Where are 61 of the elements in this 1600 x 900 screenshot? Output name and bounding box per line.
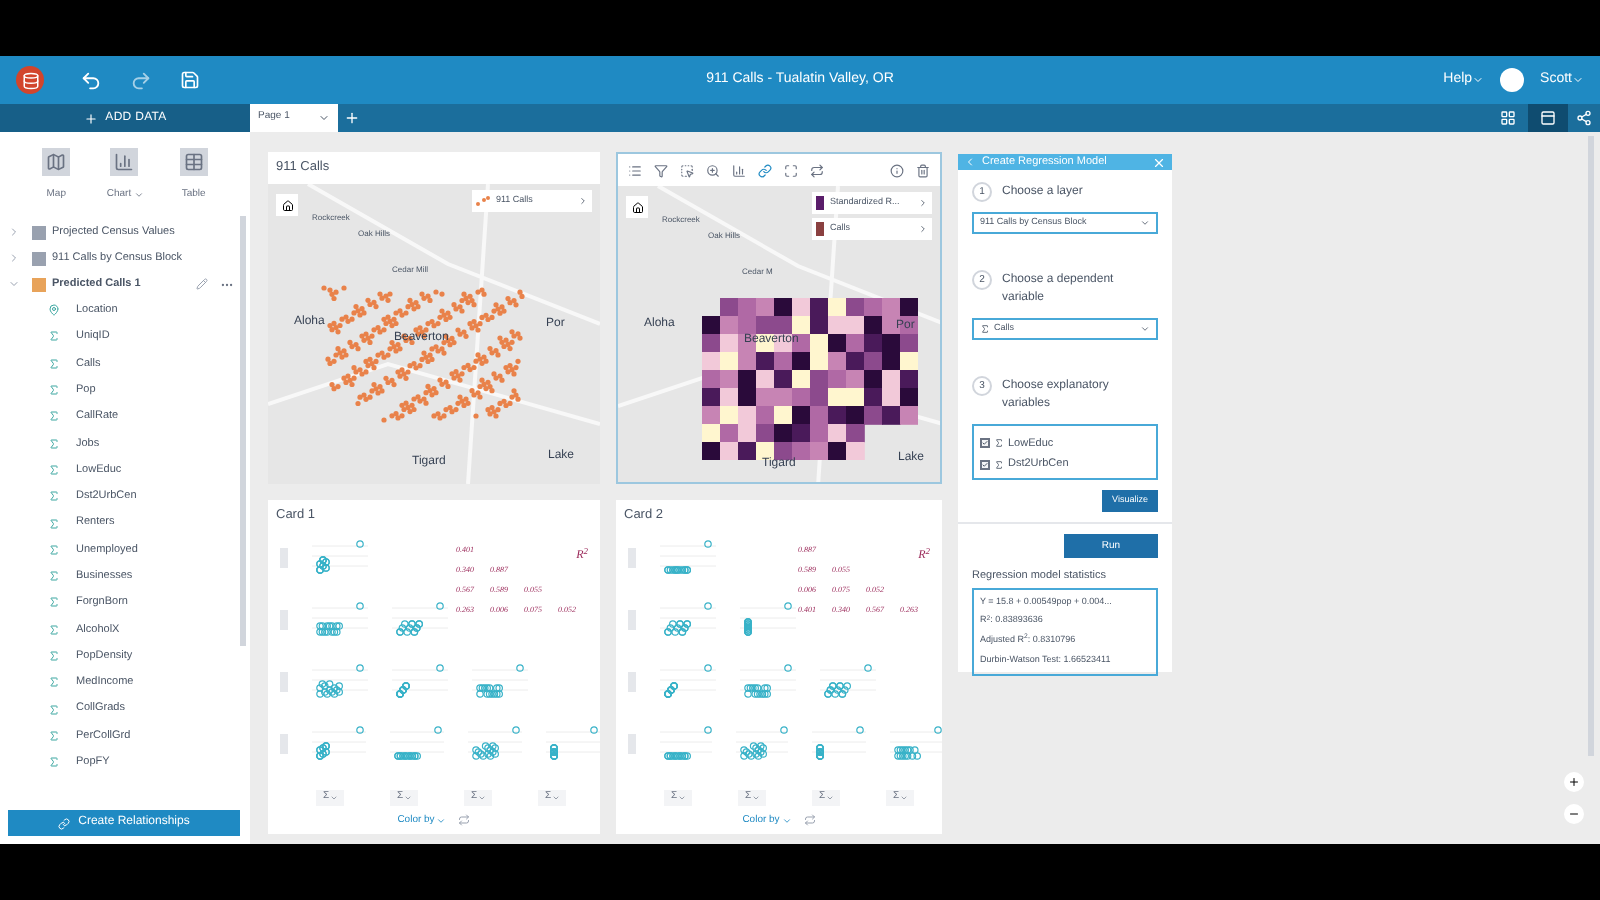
plus-icon — [83, 111, 98, 125]
chevron-right-icon — [918, 224, 928, 234]
app-logo-icon[interactable] — [16, 66, 44, 94]
home-icon — [631, 201, 643, 213]
chevron-right-icon — [578, 196, 588, 206]
sigma-icon — [48, 650, 60, 662]
caret-icon — [781, 815, 792, 826]
link-icon[interactable] — [758, 163, 772, 177]
zoom-out-button[interactable] — [1564, 804, 1584, 824]
card-view-button[interactable] — [1528, 104, 1568, 132]
home-button[interactable] — [276, 194, 298, 216]
undo-icon[interactable] — [80, 69, 102, 91]
sigma-icon — [48, 676, 60, 689]
home-button[interactable] — [626, 196, 648, 218]
location-icon — [48, 304, 60, 317]
minus-icon — [1568, 808, 1580, 820]
swap-icon[interactable] — [810, 163, 824, 177]
home-icon — [281, 199, 293, 211]
info-icon[interactable] — [890, 163, 904, 177]
map-icon — [46, 152, 67, 172]
plus-icon — [1568, 776, 1580, 788]
checkbox[interactable] — [980, 459, 990, 470]
zoom-in-button[interactable] — [1564, 772, 1584, 792]
caret-icon — [436, 815, 447, 826]
caret-icon — [1572, 74, 1584, 86]
list-icon[interactable] — [628, 163, 642, 177]
share-icon[interactable] — [1576, 110, 1592, 126]
table-icon — [183, 152, 204, 172]
sigma-icon — [48, 330, 60, 343]
chart-icon — [114, 152, 135, 172]
redo-icon[interactable] — [130, 69, 152, 91]
scrollbar[interactable] — [240, 216, 246, 646]
panel-icon — [1540, 110, 1556, 126]
sigma-icon — [48, 490, 60, 503]
close-icon[interactable] — [1152, 155, 1166, 170]
edit-icon[interactable] — [196, 278, 208, 290]
filter-icon[interactable] — [654, 163, 668, 177]
sigma-icon — [980, 324, 990, 335]
caret-icon — [1140, 218, 1150, 229]
chevron-right-icon — [918, 198, 928, 208]
zoom-icon[interactable] — [706, 163, 720, 177]
swap-icon[interactable] — [803, 814, 816, 827]
sigma-icon — [48, 623, 60, 636]
select-icon[interactable] — [680, 163, 694, 177]
grid-view-icon[interactable] — [1500, 110, 1516, 126]
expand-icon[interactable] — [784, 163, 798, 177]
caret-icon — [318, 112, 330, 124]
link-icon — [58, 817, 71, 829]
save-icon[interactable] — [180, 70, 200, 90]
sigma-icon — [48, 756, 60, 769]
caret-icon — [133, 190, 144, 201]
points-legend-icon — [476, 196, 490, 206]
checkbox[interactable] — [980, 438, 990, 449]
caret-icon — [1472, 74, 1485, 86]
add-page-icon[interactable] — [344, 110, 360, 126]
caret-icon — [1140, 324, 1150, 335]
chart-icon[interactable] — [732, 163, 746, 177]
delete-icon[interactable] — [916, 163, 930, 177]
swap-icon[interactable] — [458, 814, 471, 827]
sigma-icon — [48, 357, 60, 370]
avatar[interactable] — [1500, 68, 1525, 92]
